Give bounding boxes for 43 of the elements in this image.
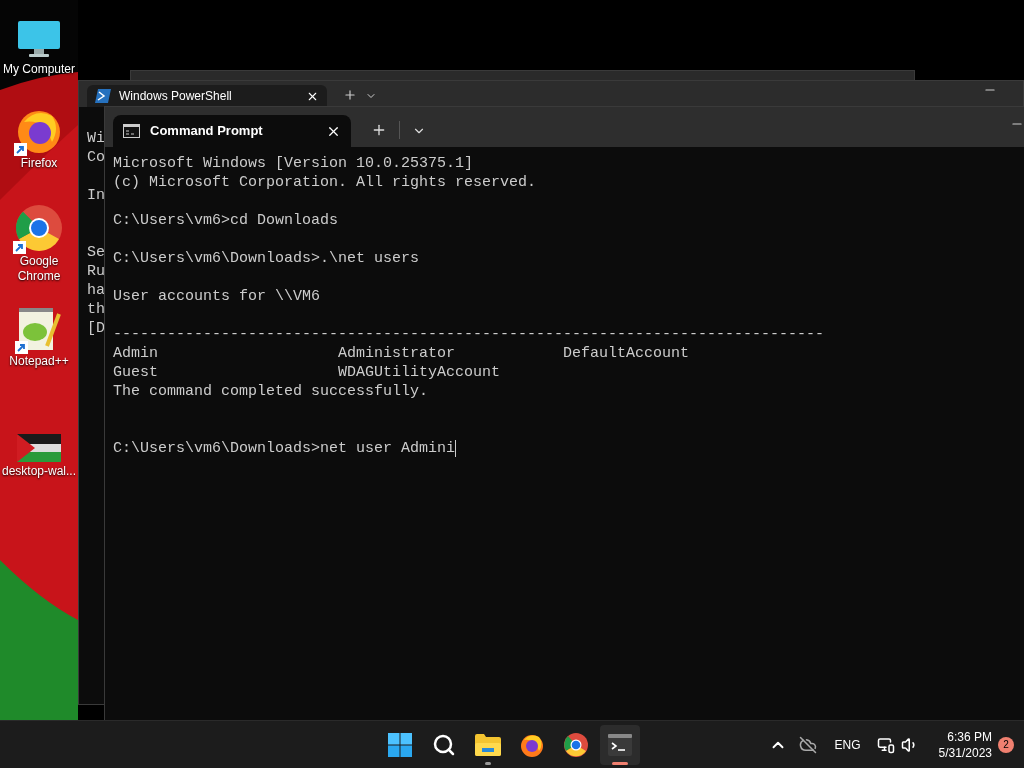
tab-title: Command Prompt	[150, 122, 264, 141]
terminal-line: Co	[87, 149, 105, 166]
cloud-off-icon[interactable]	[798, 735, 817, 754]
taskbar-app-button[interactable]	[600, 724, 640, 765]
terminal-tab[interactable]: Windows PowerShell	[87, 85, 327, 107]
terminal-line: Wi	[87, 130, 105, 147]
terminal-line: In	[87, 187, 105, 204]
terminal-line: (c) Microsoft Corporation. All rights reserved.	[113, 174, 537, 191]
new-tab-icon[interactable]	[371, 122, 387, 138]
windows-logo-icon	[388, 732, 412, 757]
terminal-line: C:\Users\vm6\Downloads>.\net users	[113, 250, 420, 267]
terminal-line: th	[87, 301, 105, 318]
terminal-line: C:\Users\vm6>cd Downloads	[113, 212, 339, 229]
terminal-line: Guest	[113, 363, 159, 382]
terminal-icon	[608, 733, 632, 756]
chrome-icon	[564, 732, 588, 757]
terminal-line: Se	[87, 244, 105, 261]
new-tab-icon[interactable]	[343, 88, 357, 102]
clock-date[interactable]: 5/31/2023	[938, 744, 992, 761]
command-prompt-icon	[123, 124, 140, 138]
terminal-line: C:\Users\vm6\Downloads>net user Admini	[113, 439, 456, 458]
text-cursor	[455, 440, 457, 457]
terminal-line: The command completed successfully.	[113, 383, 429, 400]
terminal-line: DefaultAccount	[563, 344, 691, 363]
terminal-line: User accounts for \\VM6	[113, 288, 321, 305]
clock-time[interactable]: 6:36 PM	[947, 728, 992, 745]
terminal-line: ha	[87, 282, 105, 299]
language-indicator[interactable]: ENG	[834, 735, 861, 754]
terminal-line: Microsoft Windows [Version 10.0.25375.1]	[113, 155, 474, 172]
terminal-line: Admin	[113, 344, 159, 363]
terminal-tab[interactable]: Command Prompt	[113, 115, 351, 147]
folder-icon	[475, 733, 501, 756]
firefox-icon	[520, 732, 544, 757]
terminal-line: WDAGUtilityAccount	[338, 363, 502, 382]
search-icon	[432, 732, 456, 757]
notification-badge[interactable]: 2	[998, 736, 1014, 753]
terminal-line: -------------------------------------------------------------------------------	[113, 326, 825, 343]
terminal-line: [D	[87, 320, 105, 337]
powershell-icon	[95, 89, 111, 103]
network-icon[interactable]	[876, 735, 895, 754]
terminal-line: Ru	[87, 263, 105, 280]
terminal-line: Administrator	[338, 344, 457, 363]
tab-title: Windows PowerShell	[119, 88, 233, 105]
